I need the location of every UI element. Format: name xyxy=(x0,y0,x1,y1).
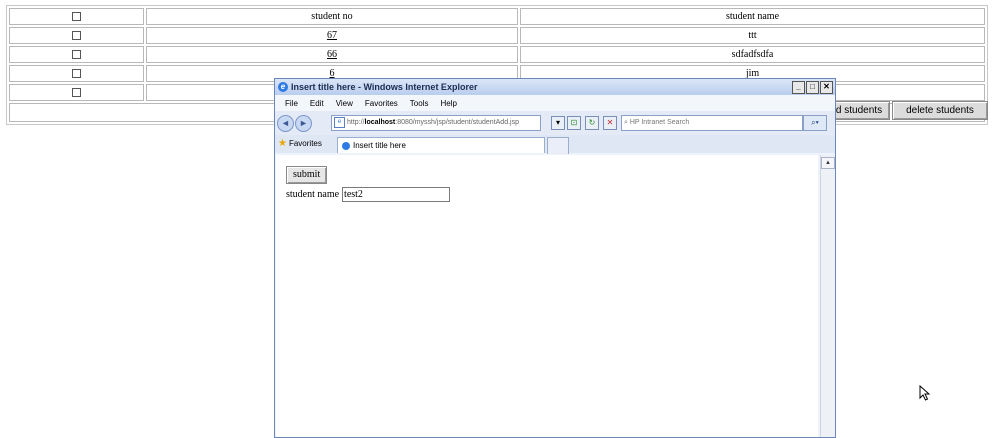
mouse-cursor-icon xyxy=(919,385,931,401)
address-host: localhost xyxy=(364,119,396,126)
table-row: 66 sdfadfsdfa xyxy=(9,46,985,63)
table-row: 67 ttt xyxy=(9,27,985,44)
window-controls: _ □ ✕ xyxy=(792,81,833,94)
address-bar[interactable]: e http://localhost:8080/myssh/jsp/student… xyxy=(331,115,541,131)
student-no-link[interactable]: 67 xyxy=(327,30,337,41)
tab-ie-icon xyxy=(342,141,350,150)
delete-students-button[interactable]: delete students xyxy=(892,101,988,120)
table-header-row: student no student name xyxy=(9,8,985,25)
row-checkbox-cell[interactable] xyxy=(9,84,144,101)
select-all-checkbox[interactable] xyxy=(72,12,81,22)
student-no-link[interactable]: 66 xyxy=(327,49,337,60)
address-prefix: http:// xyxy=(347,119,365,126)
window-title-bar[interactable]: e Insert title here - Windows Internet E… xyxy=(275,79,835,95)
menu-edit[interactable]: Edit xyxy=(310,99,324,108)
row-checkbox[interactable] xyxy=(72,88,81,98)
row-checkbox-cell[interactable] xyxy=(9,27,144,44)
header-student-name: student name xyxy=(520,8,985,25)
new-tab-button[interactable] xyxy=(547,137,569,154)
stop-icon[interactable]: ✕ xyxy=(603,116,617,130)
back-icon[interactable]: ◄ xyxy=(277,114,294,132)
search-placeholder: HP Intranet Search xyxy=(629,119,690,126)
student-name-cell: sdfadfsdfa xyxy=(520,46,985,63)
address-path: :8080/myssh/jsp/student/studentAdd.jsp xyxy=(395,119,519,126)
menu-help[interactable]: Help xyxy=(440,99,456,108)
student-name-label: student name xyxy=(286,189,340,200)
favorites-label: Favorites xyxy=(288,139,322,148)
favorites-button[interactable]: ★ Favorites xyxy=(278,138,322,149)
dropdown-icon[interactable]: ▾ xyxy=(551,116,565,130)
page-icon: e xyxy=(334,116,345,128)
row-checkbox[interactable] xyxy=(72,31,81,41)
tab-insert-title[interactable]: Insert title here xyxy=(337,137,545,153)
student-no-cell: 67 xyxy=(146,27,518,44)
close-icon[interactable]: ✕ xyxy=(820,81,833,94)
tab-title: Insert title here xyxy=(353,141,406,150)
student-name-input[interactable]: test2 xyxy=(342,187,451,202)
submit-button[interactable]: submit xyxy=(286,166,328,184)
student-name-row: student name test2 xyxy=(286,187,451,202)
compatibility-icon[interactable]: ⊡ xyxy=(567,116,581,130)
minimize-icon[interactable]: _ xyxy=(792,81,805,94)
maximize-icon[interactable]: □ xyxy=(806,81,819,94)
favorites-bar: ★ Favorites Insert title here xyxy=(275,135,835,154)
menu-favorites[interactable]: Favorites xyxy=(365,99,398,108)
ie-window: e Insert title here - Windows Internet E… xyxy=(274,78,836,438)
refresh-icon[interactable]: ↻ xyxy=(585,116,599,130)
page-content: submit student name test2 xyxy=(276,155,818,437)
ie-logo-icon: e xyxy=(278,82,288,92)
address-toolbar: ◄ ► e http://localhost:8080/myssh/jsp/stu… xyxy=(275,111,835,135)
student-name-cell: ttt xyxy=(520,27,985,44)
search-input[interactable]: ⌕ HP Intranet Search xyxy=(621,115,803,131)
search-icon[interactable]: ⌕▾ xyxy=(803,115,827,131)
scroll-up-icon[interactable]: ▲ xyxy=(821,157,835,169)
row-checkbox[interactable] xyxy=(72,69,81,79)
header-checkbox-cell[interactable] xyxy=(9,8,144,25)
menu-bar: File Edit View Favorites Tools Help xyxy=(275,95,835,111)
student-no-cell: 66 xyxy=(146,46,518,63)
star-icon: ★ xyxy=(278,138,287,149)
row-checkbox[interactable] xyxy=(72,50,81,60)
window-title: Insert title here - Windows Internet Exp… xyxy=(291,82,478,92)
add-students-button[interactable]: d students xyxy=(828,101,890,120)
menu-file[interactable]: File xyxy=(285,99,298,108)
row-checkbox-cell[interactable] xyxy=(9,46,144,63)
header-student-no: student no xyxy=(146,8,518,25)
vertical-scrollbar[interactable]: ▲ xyxy=(820,155,835,437)
menu-tools[interactable]: Tools xyxy=(410,99,429,108)
row-checkbox-cell[interactable] xyxy=(9,65,144,82)
menu-view[interactable]: View xyxy=(336,99,353,108)
forward-icon[interactable]: ► xyxy=(295,114,312,132)
